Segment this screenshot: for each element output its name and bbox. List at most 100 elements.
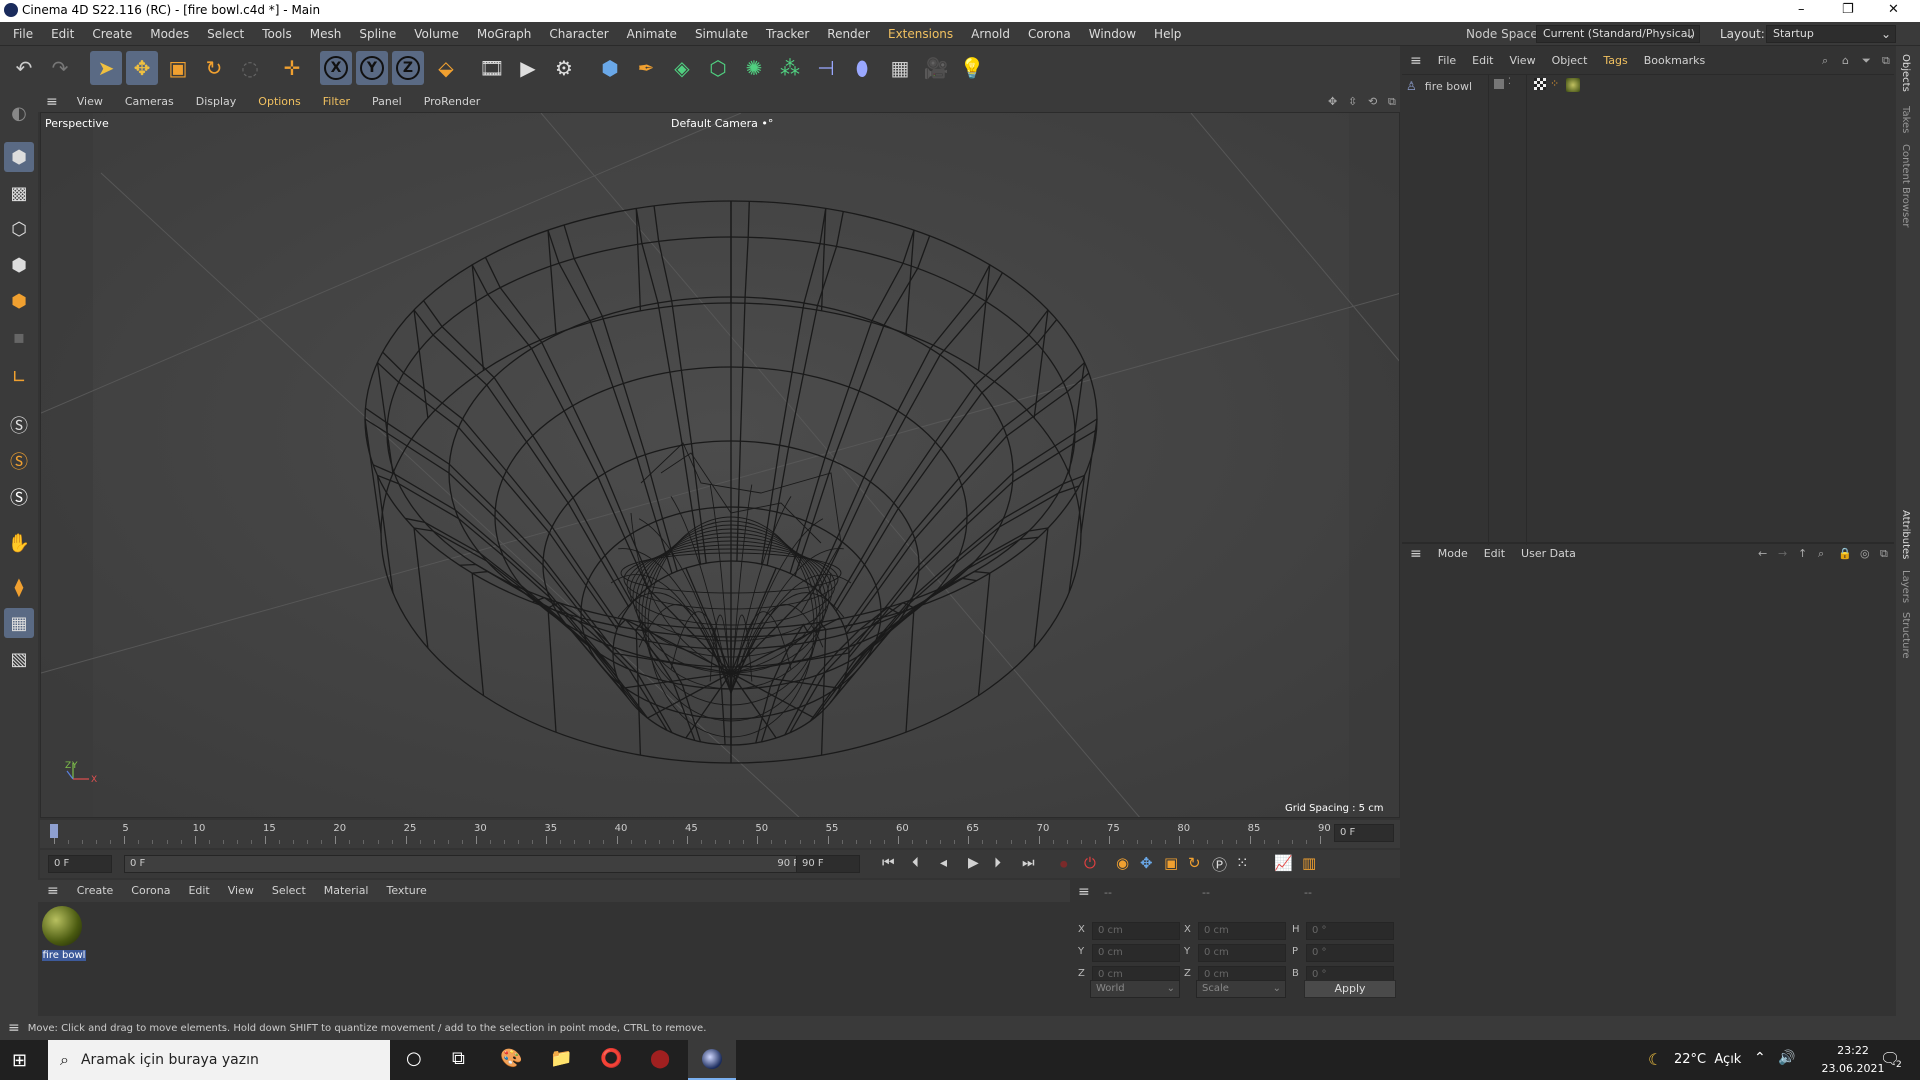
lock-z-icon[interactable]: Z — [392, 51, 424, 85]
app-red-icon[interactable]: ⬤ — [650, 1048, 670, 1069]
coord-value-field[interactable]: 0 cm — [1198, 944, 1286, 962]
pen-icon[interactable]: ✒ — [630, 51, 662, 85]
go-to-start-icon[interactable]: ⏮ — [882, 855, 895, 871]
menu-volume[interactable]: Volume — [405, 22, 468, 46]
mograph-icon[interactable]: ⁂ — [774, 51, 806, 85]
render-view-icon[interactable]: 🎞 — [476, 51, 508, 85]
add-object-icon[interactable]: ✛ — [276, 51, 308, 85]
restore-button[interactable]: ❐ — [1842, 2, 1854, 17]
material-swatch[interactable]: fire bowl — [42, 906, 86, 966]
objects-menu-object[interactable]: Object — [1544, 50, 1596, 72]
coord-value-field[interactable]: 0 cm — [1198, 922, 1286, 940]
windows-start-icon[interactable]: ⊞ — [12, 1050, 27, 1071]
interpolation-icon[interactable]: 📈 — [1274, 854, 1293, 872]
menu-file[interactable]: File — [4, 22, 42, 46]
objects-menu-tags[interactable]: Tags — [1595, 50, 1635, 72]
menu-animate[interactable]: Animate — [618, 22, 686, 46]
file-explorer-icon[interactable]: 📁 — [550, 1048, 572, 1069]
snap-icon[interactable]: Ⓢ — [4, 410, 34, 440]
hamburger-icon[interactable]: ≡ — [1402, 543, 1430, 565]
frame-range-slider[interactable]: 0 F 90 F — [124, 855, 814, 873]
material-tag-icon[interactable] — [1566, 78, 1580, 92]
taskbar-search[interactable]: ⌕ Aramak için buraya yazın — [48, 1040, 390, 1080]
menu-create[interactable]: Create — [83, 22, 141, 46]
material-menu-corona[interactable]: Corona — [122, 880, 179, 902]
viewport-menu-cameras[interactable]: Cameras — [114, 92, 185, 112]
workplane-icon[interactable]: ⧫ — [4, 572, 34, 602]
snap-settings-icon[interactable]: Ⓢ — [4, 446, 34, 476]
attributes-menu-user-data[interactable]: User Data — [1513, 543, 1584, 565]
cube-icon[interactable]: ⬢ — [594, 51, 626, 85]
viewport-menu-filter[interactable]: Filter — [312, 92, 361, 112]
menu-help[interactable]: Help — [1145, 22, 1190, 46]
edges-mode-icon[interactable]: ⬢ — [4, 250, 34, 280]
lock-icon[interactable]: 🔒 — [1838, 543, 1852, 565]
size-mode-dropdown[interactable]: Scale ⌄ — [1196, 980, 1286, 998]
viewport-menu-display[interactable]: Display — [185, 92, 248, 112]
render-settings-icon[interactable]: ⚙ — [548, 51, 580, 85]
viewport-menu-view[interactable]: View — [66, 92, 114, 112]
key-rotation-icon[interactable]: ↻ — [1188, 854, 1201, 872]
start-frame-field[interactable]: 0 F — [48, 855, 112, 873]
tab-takes[interactable]: Takes — [1900, 106, 1911, 133]
settings-icon[interactable]: ◎ — [1860, 543, 1870, 565]
menu-tracker[interactable]: Tracker — [757, 22, 818, 46]
back-arrow-icon[interactable]: ← — [1758, 543, 1767, 565]
light-icon[interactable]: 💡 — [956, 51, 988, 85]
objects-menu-file[interactable]: File — [1430, 50, 1464, 72]
uvw-tag-icon[interactable] — [1534, 78, 1546, 90]
objects-menu-bookmarks[interactable]: Bookmarks — [1636, 50, 1713, 72]
volume-icon[interactable]: 🔊 — [1778, 1050, 1795, 1066]
coord-value-field[interactable]: 0 cm — [1092, 944, 1180, 962]
object-row[interactable]: ♙ fire bowl ⁚ ⁘ — [1406, 77, 1892, 95]
filter-icon[interactable]: ⏷ — [1862, 50, 1871, 72]
maximize-view-icon[interactable]: ⧉ — [1388, 92, 1396, 112]
record-icon[interactable]: ⏺ — [1060, 855, 1068, 873]
material-menu-create[interactable]: Create — [68, 880, 123, 902]
hamburger-icon[interactable]: ≡ — [38, 92, 66, 112]
menu-corona[interactable]: Corona — [1019, 22, 1080, 46]
apply-button[interactable]: Apply — [1304, 980, 1396, 998]
zoom-view-icon[interactable]: ⇳ — [1348, 92, 1357, 112]
opera-icon[interactable]: ⭕ — [600, 1048, 622, 1069]
home-icon[interactable]: ⌂ — [1842, 50, 1849, 72]
menu-edit[interactable]: Edit — [42, 22, 83, 46]
task-view-icon[interactable]: ⧉ — [452, 1048, 465, 1069]
menu-character[interactable]: Character — [540, 22, 617, 46]
play-backward-icon[interactable]: ◂ — [940, 855, 947, 871]
axis-mode-icon[interactable]: ∟ — [4, 362, 34, 392]
texture-mode-icon[interactable]: ▩ — [4, 178, 34, 208]
clock-time[interactable]: 23:22 — [1818, 1044, 1888, 1057]
hamburger-icon[interactable]: ≡ — [0, 1020, 28, 1036]
key-position-icon[interactable]: ✥ — [1140, 854, 1153, 872]
tweak-icon[interactable]: ✋ — [4, 528, 34, 558]
extrude-icon[interactable]: ⬡ — [702, 51, 734, 85]
hamburger-icon[interactable]: ≡ — [1078, 884, 1090, 900]
cinema4d-taskbar-button[interactable] — [688, 1040, 736, 1080]
hamburger-icon[interactable]: ≡ — [38, 880, 68, 902]
step-back-icon[interactable]: ⏴ — [912, 855, 919, 871]
planar-workplane-icon[interactable]: ▧ — [4, 644, 34, 674]
attributes-menu-edit[interactable]: Edit — [1476, 543, 1513, 565]
menu-render[interactable]: Render — [818, 22, 879, 46]
play-icon[interactable]: ▶ — [968, 855, 979, 871]
menu-spline[interactable]: Spline — [350, 22, 405, 46]
viewport-menu-options[interactable]: Options — [247, 92, 311, 112]
undo-icon[interactable]: ↶ — [8, 51, 40, 85]
key-scale-icon[interactable]: ▣ — [1164, 854, 1178, 872]
close-button[interactable]: ✕ — [1888, 2, 1899, 17]
viewport-3d[interactable]: Perspective Default Camera •° Grid Spaci… — [40, 112, 1400, 818]
polygons-mode-icon[interactable]: ⬢ — [4, 286, 34, 316]
forward-arrow-icon[interactable]: → — [1778, 543, 1787, 565]
clock-date[interactable]: 23.06.2021 — [1818, 1062, 1888, 1075]
subdivision-icon[interactable]: ◈ — [666, 51, 698, 85]
keyframe-selection-icon[interactable]: ◉ — [1116, 854, 1129, 872]
paint-app-icon[interactable]: 🎨 — [500, 1048, 522, 1069]
coord-value-field[interactable]: 0 ° — [1306, 922, 1394, 940]
snap-quantize-icon[interactable]: Ⓢ — [4, 482, 34, 512]
timeline-window-icon[interactable]: ▥ — [1302, 854, 1316, 872]
cortana-icon[interactable]: ○ — [406, 1048, 422, 1069]
tab-objects[interactable]: Objects — [1900, 54, 1911, 92]
objects-menu-view[interactable]: View — [1501, 50, 1543, 72]
render-picture-viewer-icon[interactable]: ▶ — [512, 51, 544, 85]
